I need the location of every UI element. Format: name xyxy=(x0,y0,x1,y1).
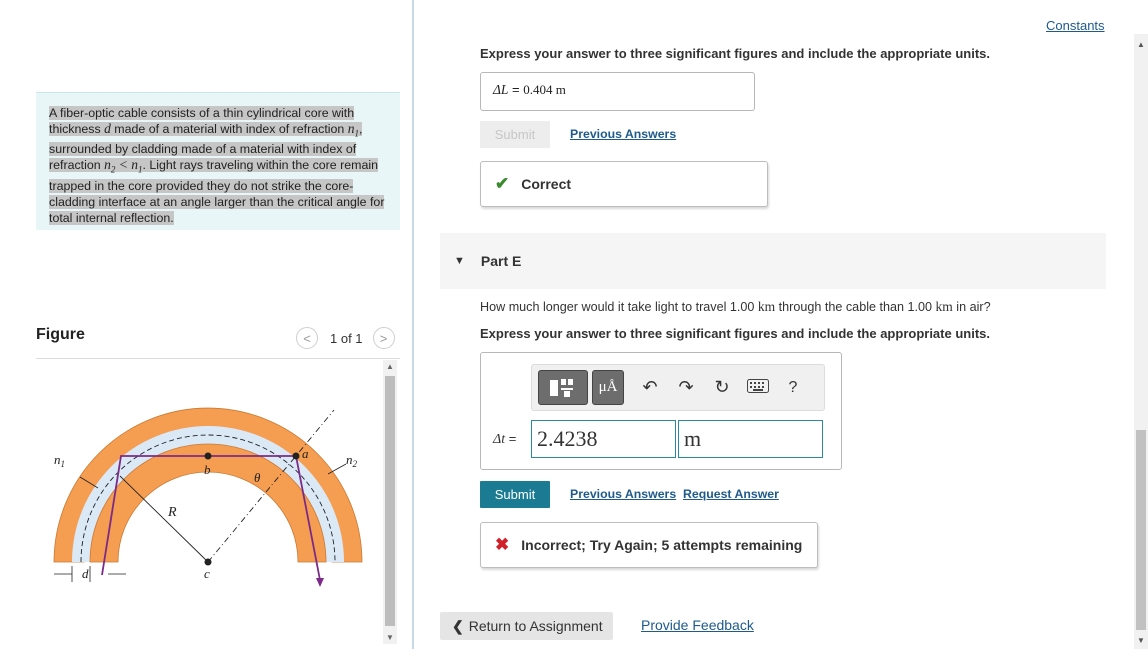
reset-icon[interactable]: ↻ xyxy=(704,377,740,398)
value-input[interactable]: 2.4238 xyxy=(531,420,676,458)
part-e-feedback: ✖ Incorrect; Try Again; 5 attempts remai… xyxy=(480,522,818,568)
label-n1: n1 xyxy=(54,452,65,469)
point-a xyxy=(292,452,300,460)
chevron-left-icon[interactable]: < xyxy=(296,327,318,349)
radius-line xyxy=(119,475,209,563)
fiber-optic-figure: n1 n2 a b c R θ d xyxy=(53,407,363,587)
part-d-instruction: Express your answer to three significant… xyxy=(480,46,990,61)
label-R: R xyxy=(167,505,177,520)
chevron-right-icon[interactable]: > xyxy=(372,327,395,349)
part-e-question: How much longer would it take light to t… xyxy=(480,299,991,314)
label-d: d xyxy=(82,566,89,581)
part-e-instruction: Express your answer to three significant… xyxy=(480,326,990,341)
x-icon: ✖ xyxy=(495,535,510,554)
undo-icon[interactable]: ↶ xyxy=(632,377,668,398)
part-d-previous-answers-link[interactable]: Previous Answers xyxy=(570,127,676,141)
part-d-submit-button: Submit xyxy=(480,121,550,148)
point-b xyxy=(204,452,212,460)
part-d-answer: ΔL = 0.404 m xyxy=(480,72,755,111)
constants-link[interactable]: Constants xyxy=(1046,18,1105,33)
part-e-submit-button[interactable]: Submit xyxy=(480,481,550,508)
figure-divider xyxy=(36,358,400,359)
part-e-header[interactable]: ▼ Part E xyxy=(440,233,1106,289)
chevron-left-icon: ❮ xyxy=(452,617,464,634)
figure-count: 1 of 1 xyxy=(330,330,363,346)
return-to-assignment-button[interactable]: ❮ Return to Assignment xyxy=(440,612,613,640)
keyboard-icon[interactable] xyxy=(740,377,776,398)
editor-toolbar: μÅ ↶ ↷ ↻ ? xyxy=(531,364,825,411)
request-answer-link[interactable]: Request Answer xyxy=(683,487,779,501)
label-b: b xyxy=(204,462,211,477)
point-c xyxy=(204,558,212,566)
provide-feedback-link[interactable]: Provide Feedback xyxy=(641,617,754,633)
ray-arrowhead xyxy=(316,578,324,587)
page-scroll-thumb[interactable] xyxy=(1136,430,1146,630)
figure-scroll-thumb[interactable] xyxy=(385,376,395,626)
part-e-label: Part E xyxy=(480,253,522,269)
part-d-answer-value: 0.404 m xyxy=(523,82,566,97)
problem-statement: A fiber-optic cable consists of a thin c… xyxy=(36,92,400,230)
label-a: a xyxy=(302,446,309,461)
right-pane: Constants Express your answer to three s… xyxy=(414,0,1134,649)
unit-input[interactable]: m xyxy=(678,420,823,458)
part-d-feedback: ✔ Correct xyxy=(480,161,768,207)
template-icon[interactable] xyxy=(538,370,588,405)
figure-title: Figure xyxy=(36,326,85,343)
answer-editor: μÅ ↶ ↷ ↻ ? Δt = 2.4238 m xyxy=(480,352,842,470)
check-icon: ✔ xyxy=(495,174,510,193)
left-pane: A fiber-optic cable consists of a thin c… xyxy=(0,0,412,649)
part-e-previous-answers-link[interactable]: Previous Answers xyxy=(570,487,676,501)
dt-label: Δt = xyxy=(493,431,517,447)
label-n2: n2 xyxy=(346,452,358,469)
figure-scrollbar[interactable]: ▲ ▼ xyxy=(383,360,397,644)
label-c: c xyxy=(204,566,210,581)
redo-icon[interactable]: ↷ xyxy=(668,377,704,398)
help-icon[interactable]: ? xyxy=(776,379,810,397)
label-theta: θ xyxy=(254,470,261,485)
triangle-down-icon[interactable]: ▼ xyxy=(454,255,465,267)
units-icon[interactable]: μÅ xyxy=(592,370,624,405)
page-scrollbar[interactable]: ▲ ▼ xyxy=(1134,34,1148,649)
figure-nav: < 1 of 1 > xyxy=(296,326,395,350)
problem-text: A fiber-optic cable consists of a thin c… xyxy=(49,106,385,225)
